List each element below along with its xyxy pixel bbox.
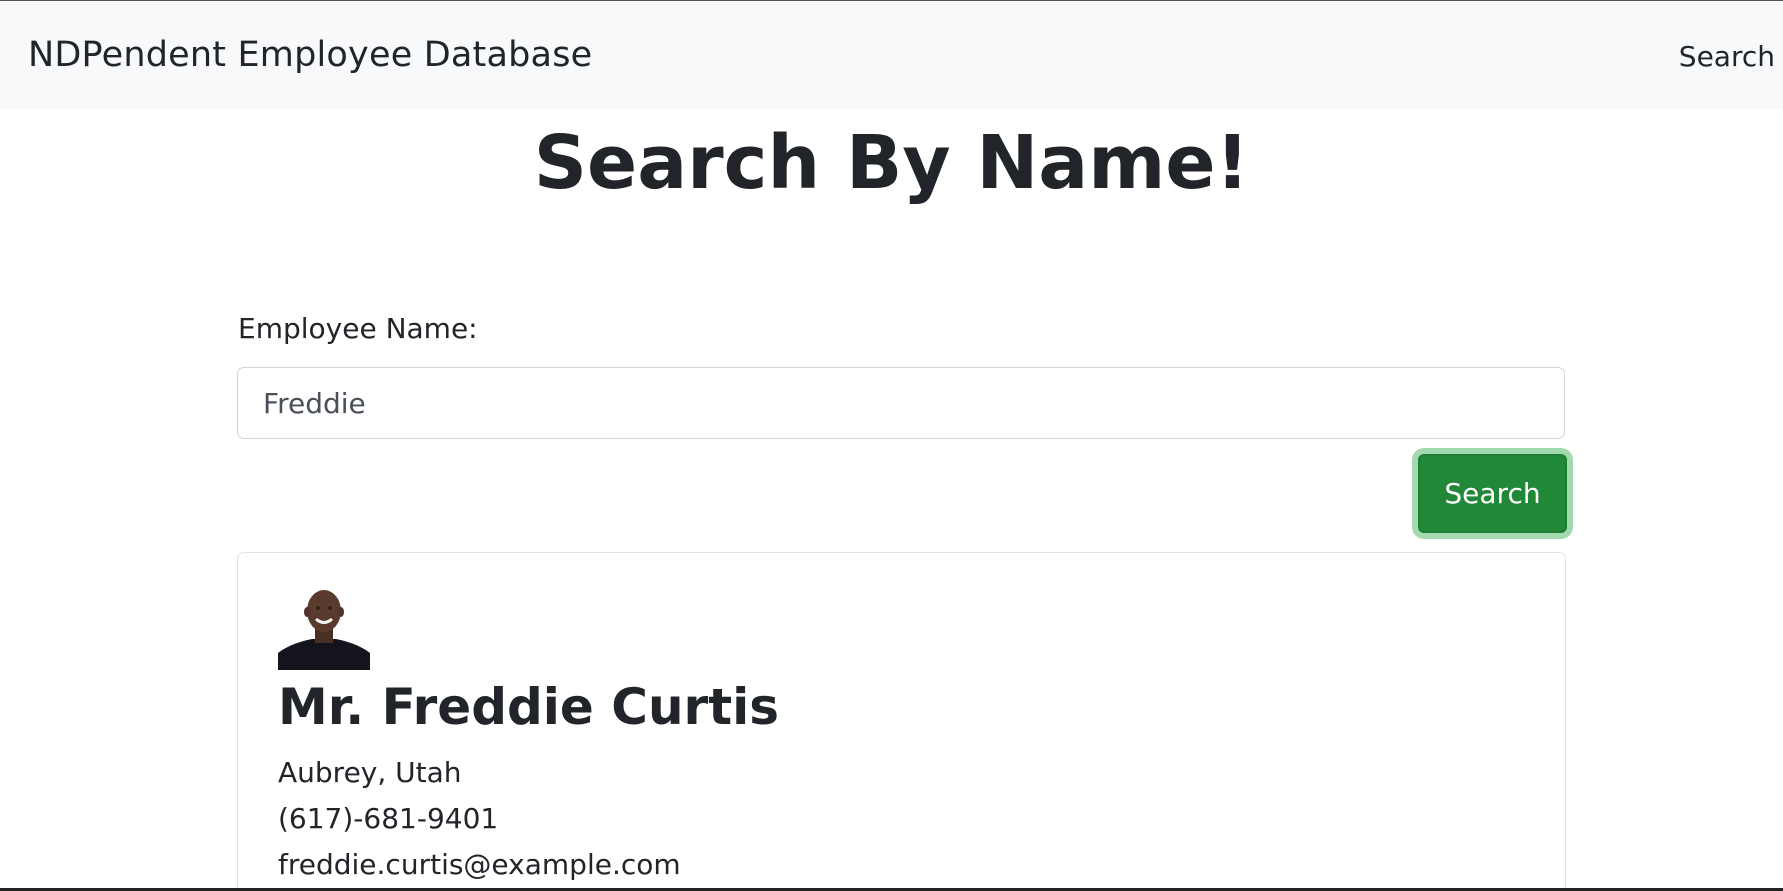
employee-location: Aubrey, Utah (278, 756, 462, 789)
search-button[interactable]: Search (1418, 454, 1567, 533)
navbar: NDPendent Employee Database Search (0, 1, 1783, 109)
employee-name-input[interactable] (237, 367, 1565, 439)
employee-name: Mr. Freddie Curtis (278, 678, 780, 736)
navbar-brand[interactable]: NDPendent Employee Database (28, 33, 592, 77)
employee-name-label: Employee Name: (238, 312, 478, 345)
employee-email: freddie.curtis@example.com (278, 848, 681, 881)
page-title: Search By Name! (533, 120, 1250, 206)
employee-result-card: Mr. Freddie Curtis Aubrey, Utah (617)-68… (237, 552, 1566, 888)
employee-avatar (278, 581, 370, 670)
page: NDPendent Employee Database Search Searc… (0, 0, 1783, 891)
person-photo-icon (278, 581, 370, 670)
employee-phone: (617)-681-9401 (278, 802, 499, 835)
nav-link-search[interactable]: Search (1679, 39, 1775, 75)
